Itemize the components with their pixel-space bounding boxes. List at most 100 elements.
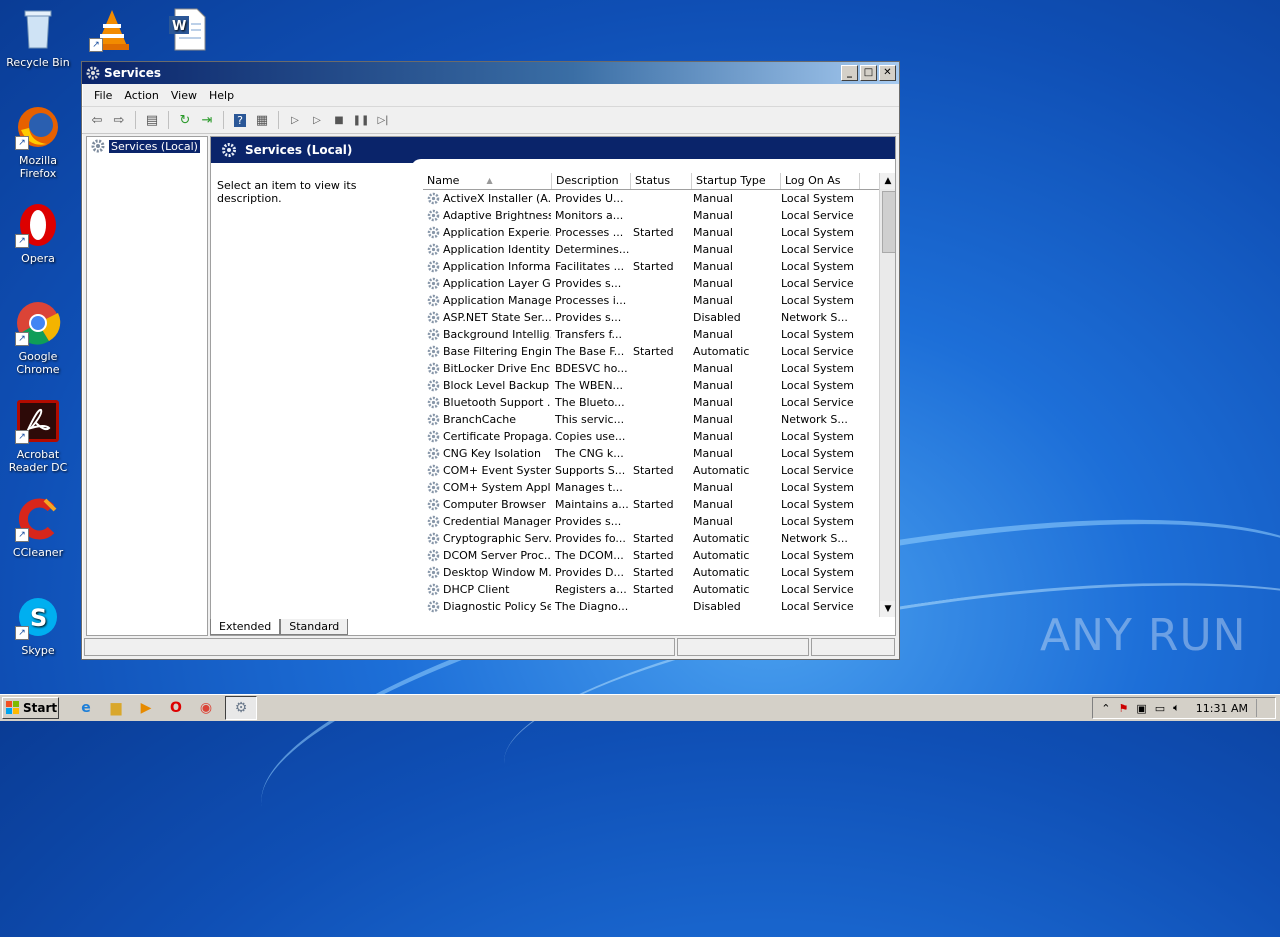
service-name: COM+ Event System (423, 464, 551, 477)
start-service-button[interactable]: ▷ (286, 111, 304, 129)
window-titlebar[interactable]: Services _ □ ✕ (82, 62, 899, 84)
tab-extended[interactable]: Extended (210, 619, 281, 635)
maximize-button[interactable]: □ (860, 65, 877, 81)
service-row[interactable]: Application Experie... Processes ... Start… (423, 224, 879, 241)
service-startup-type: Manual (693, 260, 733, 273)
taskbar-opera[interactable]: O (165, 697, 187, 719)
stop-service-button[interactable]: ■ (330, 111, 348, 129)
service-row[interactable]: BranchCache This servic... Manual Network S… (423, 411, 879, 428)
taskbar-chrome[interactable]: ◉ (195, 697, 217, 719)
network-icon[interactable]: ▣ (1136, 702, 1146, 715)
service-row[interactable]: Block Level Backup ... The WBEN... Manual L… (423, 377, 879, 394)
desktop-icon-acrobat[interactable]: ↗ Acrobat Reader DC (0, 398, 76, 474)
service-row[interactable]: Base Filtering Engine The Base F... Starte… (423, 343, 879, 360)
tree-item-services-local[interactable]: Services (Local) (91, 139, 207, 153)
service-row[interactable]: ASP.NET State Ser... Provides s... Disable… (423, 309, 879, 326)
desktop-icon-word-doc[interactable]: W (150, 6, 226, 56)
menu-view[interactable]: View (165, 89, 203, 102)
properties-icon: ▦ (255, 112, 269, 128)
shortcut-arrow-icon: ↗ (15, 234, 29, 248)
service-name: ActiveX Installer (A... (423, 192, 551, 205)
menu-action[interactable]: Action (118, 89, 164, 102)
column-header-startup-type[interactable]: Startup Type (692, 173, 781, 189)
service-log-on-as: Local Service (781, 600, 854, 613)
service-name: Application Layer G... (423, 277, 551, 290)
service-log-on-as: Network S... (781, 413, 848, 426)
service-row[interactable]: COM+ System Appl... Manages t... Manual Loc… (423, 479, 879, 496)
service-row[interactable]: Application Layer G... Provides s... Manua… (423, 275, 879, 292)
service-gear-icon (427, 498, 440, 511)
display-icon[interactable]: ▭ (1155, 702, 1165, 715)
column-header-name[interactable]: Name ▲ (423, 173, 552, 189)
service-row[interactable]: Desktop Window M... Provides D... Started A… (423, 564, 879, 581)
action-center-flag-icon[interactable]: ⚑ (1118, 702, 1128, 715)
service-row[interactable]: DCOM Server Proc... The DCOM... Started Aut… (423, 547, 879, 564)
menu-help[interactable]: Help (203, 89, 240, 102)
column-header-status[interactable]: Status (631, 173, 692, 189)
service-startup-type: Automatic (693, 583, 750, 596)
taskbar-services[interactable]: ⚙ (225, 696, 257, 720)
close-button[interactable]: ✕ (879, 65, 896, 81)
service-row[interactable]: CNG Key Isolation The CNG k... Manual Local… (423, 445, 879, 462)
start-service-alt-button[interactable]: ▷ (308, 111, 326, 129)
forward-button[interactable]: ⇨ (110, 111, 128, 129)
desktop-icon-ccleaner[interactable]: ↗ CCleaner (0, 496, 76, 559)
restart-service-button[interactable]: ▷| (374, 111, 392, 129)
volume-icon[interactable]: 🔈︎ (1173, 701, 1180, 715)
internet-explorer-icon: e (81, 700, 91, 716)
service-row[interactable]: Adaptive Brightness Monitors a... Manual Lo… (423, 207, 879, 224)
service-row[interactable]: Application Manage... Processes i... Manua… (423, 292, 879, 309)
column-header-description[interactable]: Description (552, 173, 631, 189)
service-row[interactable]: DHCP Client Registers a... Started Automati… (423, 581, 879, 598)
desktop-icon-opera[interactable]: ↗ Opera (0, 202, 76, 265)
start-label: Start (23, 701, 58, 715)
taskbar-media-player[interactable]: ▶ (135, 697, 157, 719)
service-row[interactable]: Cryptographic Serv... Provides fo... Start… (423, 530, 879, 547)
menu-file[interactable]: File (88, 89, 118, 102)
taskbar-ie[interactable]: e (75, 697, 97, 719)
desktop-icon-vlc[interactable]: ↗ (74, 6, 150, 56)
recycle-bin-icon (15, 6, 61, 52)
show-hidden-icons-icon[interactable]: ⌃ (1101, 702, 1110, 715)
properties-button[interactable]: ▦ (253, 111, 271, 129)
back-button[interactable]: ⇦ (88, 111, 106, 129)
scroll-thumb[interactable] (882, 191, 895, 253)
desktop-icon-label: Mozilla Firefox (19, 154, 57, 180)
desktop-icon-skype[interactable]: S ↗ Skype (0, 594, 76, 657)
desktop-icon-recycle-bin[interactable]: Recycle Bin (0, 6, 76, 69)
tab-standard[interactable]: Standard (280, 619, 349, 635)
service-row[interactable]: COM+ Event System Supports S... Started Aut… (423, 462, 879, 479)
service-row[interactable]: Application Identity Determines... Manual L… (423, 241, 879, 258)
desktop-icon-firefox[interactable]: ↗ Mozilla Firefox (0, 104, 76, 180)
service-gear-icon (427, 379, 440, 392)
service-row[interactable]: Certificate Propaga... Copies use... Manua… (423, 428, 879, 445)
service-gear-icon (427, 294, 440, 307)
service-gear-icon (427, 566, 440, 579)
refresh-button[interactable]: ↻ (176, 111, 194, 129)
service-status: Started (633, 226, 674, 239)
help-button[interactable]: ? (231, 111, 249, 129)
export-list-button[interactable]: ⇥ (198, 111, 216, 129)
service-row[interactable]: Application Informa... Facilitates ... Sta… (423, 258, 879, 275)
scroll-up-arrow-icon[interactable]: ▲ (880, 173, 895, 189)
service-row[interactable]: Diagnostic Policy Se... The Diagno... Disa… (423, 598, 879, 615)
scroll-down-arrow-icon[interactable]: ▼ (880, 601, 895, 617)
service-row[interactable]: BitLocker Drive Enc... BDESVC ho... Manual… (423, 360, 879, 377)
minimize-button[interactable]: _ (841, 65, 858, 81)
service-row[interactable]: Bluetooth Support ... The Blueto... Manual… (423, 394, 879, 411)
column-header-log-on-as[interactable]: Log On As (781, 173, 860, 189)
taskbar-explorer[interactable]: ▆ (105, 697, 127, 719)
vertical-scrollbar[interactable]: ▲ ▼ (879, 173, 895, 617)
service-row[interactable]: Credential Manager Provides s... Manual Loc… (423, 513, 879, 530)
start-button[interactable]: Start (2, 697, 59, 719)
pause-service-button[interactable]: ❚❚ (352, 111, 370, 129)
clock[interactable]: 11:31 AM (1196, 702, 1248, 715)
service-row[interactable]: Background Intellig... Transfers f... Manu… (423, 326, 879, 343)
service-status: Started (633, 464, 674, 477)
show-desktop-button[interactable] (1256, 699, 1267, 717)
show-hide-console-tree-button[interactable]: ▤ (143, 111, 161, 129)
service-name: Certificate Propaga... (423, 430, 551, 443)
desktop-icon-chrome[interactable]: ↗ Google Chrome (0, 300, 76, 376)
service-row[interactable]: Computer Browser Maintains a... Started Man… (423, 496, 879, 513)
service-row[interactable]: ActiveX Installer (A... Provides U... Manu… (423, 190, 879, 207)
